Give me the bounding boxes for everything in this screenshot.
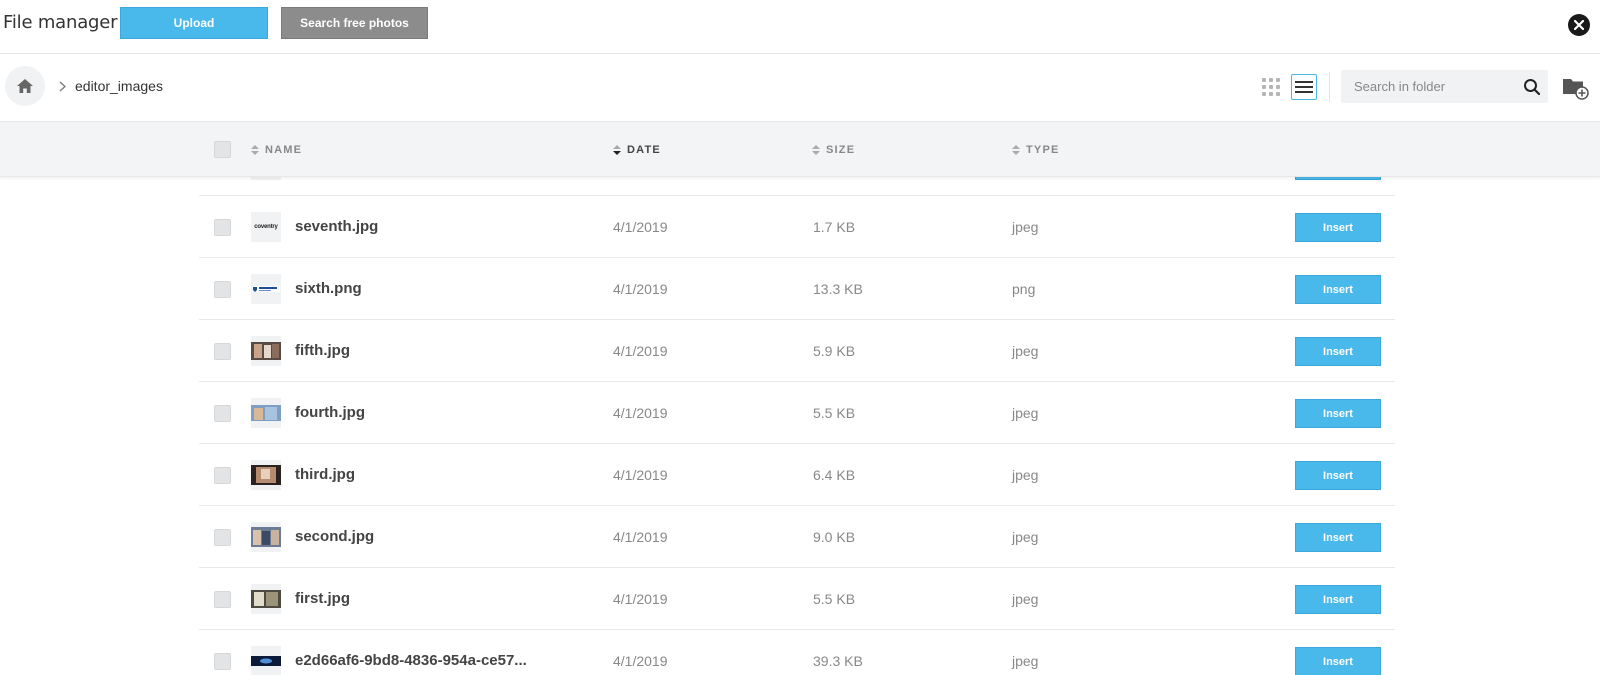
file-thumbnail <box>251 460 281 490</box>
toolbar: editor_images <box>0 54 1600 121</box>
file-thumbnail <box>251 274 281 304</box>
file-type: jpeg <box>1012 591 1039 607</box>
file-date: 4/1/2019 <box>613 281 668 297</box>
search-icon[interactable] <box>1523 78 1541 96</box>
file-name[interactable]: fifth.jpg <box>295 342 350 359</box>
file-name[interactable]: e2d66af6-9bd8-4836-954a-ce57... <box>295 652 527 669</box>
file-size: 13.3 KB <box>813 281 863 297</box>
insert-button[interactable]: Insert <box>1295 647 1381 675</box>
file-type: jpeg <box>1012 343 1039 359</box>
file-thumbnail <box>251 584 281 614</box>
file-name[interactable]: second.jpg <box>295 528 374 545</box>
file-date: 4/1/2019 <box>613 529 668 545</box>
insert-button[interactable] <box>1295 177 1381 180</box>
file-thumbnail: coventry <box>251 212 281 242</box>
sort-icon <box>1012 145 1020 155</box>
close-icon[interactable] <box>1568 14 1590 36</box>
home-icon[interactable] <box>5 66 45 106</box>
file-date: 4/1/2019 <box>613 467 668 483</box>
sort-icon <box>812 145 820 155</box>
table-row[interactable]: sixth.png 4/1/2019 13.3 KB png Insert <box>199 258 1395 320</box>
insert-button[interactable]: Insert <box>1295 585 1381 614</box>
row-checkbox[interactable] <box>214 219 231 236</box>
file-size: 5.5 KB <box>813 405 856 421</box>
row-checkbox[interactable] <box>214 653 231 670</box>
insert-button[interactable]: Insert <box>1295 523 1381 552</box>
file-size: 9.0 KB <box>813 529 856 545</box>
new-folder-icon[interactable] <box>1562 76 1590 100</box>
table-row[interactable]: third.jpg 4/1/2019 6.4 KB jpeg Insert <box>199 444 1395 506</box>
top-bar: File manager Upload Search free photos <box>0 0 1600 54</box>
table-row[interactable]: fourth.jpg 4/1/2019 5.5 KB jpeg Insert <box>199 382 1395 444</box>
file-size: 39.3 KB <box>813 653 863 669</box>
column-header-date[interactable]: DATE <box>613 143 661 157</box>
chevron-right-icon <box>55 78 69 94</box>
table-row[interactable]: first.jpg 4/1/2019 5.5 KB jpeg Insert <box>199 568 1395 630</box>
toolbar-divider <box>1329 72 1330 102</box>
file-date: 4/1/2019 <box>613 591 668 607</box>
file-type: jpeg <box>1012 219 1039 235</box>
select-all-checkbox[interactable] <box>214 141 231 158</box>
table-row[interactable]: second.jpg 4/1/2019 9.0 KB jpeg Insert <box>199 506 1395 568</box>
insert-button[interactable]: Insert <box>1295 461 1381 490</box>
list-view-icon[interactable] <box>1291 74 1317 100</box>
file-name[interactable]: sixth.png <box>295 280 362 297</box>
file-list: coventry seventh.jpg 4/1/2019 1.7 KB jpe… <box>0 177 1600 675</box>
file-type: jpeg <box>1012 653 1039 669</box>
column-header-name[interactable]: NAME <box>251 143 302 157</box>
search-input[interactable] <box>1341 70 1516 103</box>
insert-button[interactable]: Insert <box>1295 213 1381 242</box>
row-checkbox[interactable] <box>214 281 231 298</box>
file-type: png <box>1012 281 1036 297</box>
sort-icon <box>251 145 259 155</box>
grid-view-icon[interactable] <box>1259 76 1281 98</box>
insert-button[interactable]: Insert <box>1295 399 1381 428</box>
sort-desc-icon <box>613 145 621 155</box>
file-name[interactable]: third.jpg <box>295 466 355 483</box>
row-checkbox[interactable] <box>214 343 231 360</box>
table-header: NAME DATE SIZE TYPE <box>0 121 1600 177</box>
search-box <box>1341 70 1548 103</box>
table-row[interactable]: coventry seventh.jpg 4/1/2019 1.7 KB jpe… <box>199 196 1395 258</box>
file-date: 4/1/2019 <box>613 219 668 235</box>
file-size: 5.5 KB <box>813 591 856 607</box>
file-date: 4/1/2019 <box>613 653 668 669</box>
breadcrumb-current-folder[interactable]: editor_images <box>75 78 163 94</box>
file-size: 5.9 KB <box>813 343 856 359</box>
table-row[interactable]: fifth.jpg 4/1/2019 5.9 KB jpeg Insert <box>199 320 1395 382</box>
table-row[interactable] <box>199 177 1395 196</box>
file-type: jpeg <box>1012 405 1039 421</box>
file-type: jpeg <box>1012 467 1039 483</box>
column-header-size[interactable]: SIZE <box>812 143 855 157</box>
file-thumbnail <box>251 177 281 180</box>
row-checkbox[interactable] <box>214 591 231 608</box>
file-thumbnail <box>251 646 281 675</box>
file-thumbnail <box>251 336 281 366</box>
row-checkbox[interactable] <box>214 405 231 422</box>
upload-button[interactable]: Upload <box>120 7 268 39</box>
file-name[interactable]: fourth.jpg <box>295 404 365 421</box>
file-name[interactable]: seventh.jpg <box>295 218 378 235</box>
insert-button[interactable]: Insert <box>1295 337 1381 366</box>
file-thumbnail <box>251 522 281 552</box>
insert-button[interactable]: Insert <box>1295 275 1381 304</box>
row-checkbox[interactable] <box>214 529 231 546</box>
file-thumbnail <box>251 398 281 428</box>
app-title: File manager <box>3 12 118 33</box>
row-checkbox[interactable] <box>214 467 231 484</box>
file-name[interactable]: first.jpg <box>295 590 350 607</box>
file-date: 4/1/2019 <box>613 343 668 359</box>
file-size: 1.7 KB <box>813 219 856 235</box>
search-free-photos-button[interactable]: Search free photos <box>281 7 428 39</box>
file-date: 4/1/2019 <box>613 405 668 421</box>
table-row[interactable]: e2d66af6-9bd8-4836-954a-ce57... 4/1/2019… <box>199 630 1395 675</box>
column-header-type[interactable]: TYPE <box>1012 143 1060 157</box>
file-size: 6.4 KB <box>813 467 856 483</box>
file-type: jpeg <box>1012 529 1039 545</box>
